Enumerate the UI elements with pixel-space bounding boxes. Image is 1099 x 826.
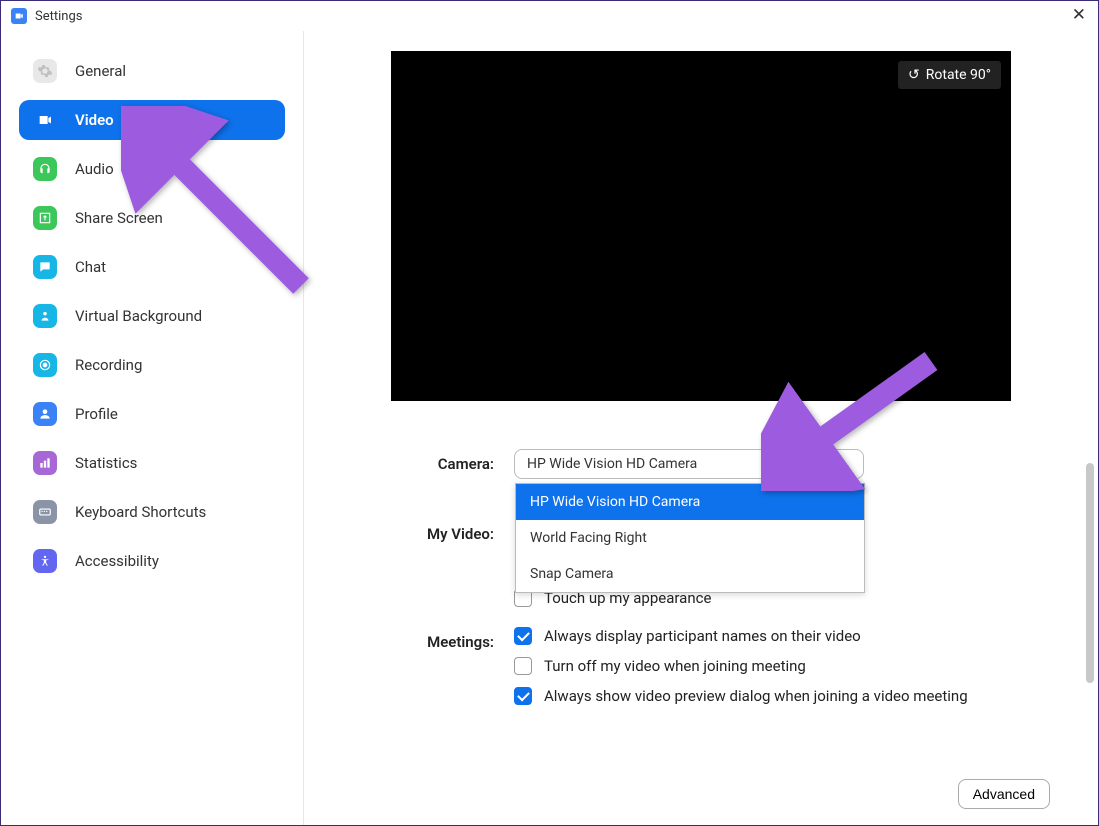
sidebar-item-statistics[interactable]: Statistics [19, 443, 285, 483]
sidebar-item-chat[interactable]: Chat [19, 247, 285, 287]
gear-icon [33, 59, 57, 83]
advanced-button[interactable]: Advanced [958, 779, 1050, 809]
main-panel: ↺ Rotate 90° Camera: HP Wide Vision HD C… [304, 31, 1098, 825]
camera-select[interactable]: HP Wide Vision HD Camera ⌄ HP Wide Visio… [514, 449, 864, 479]
video-icon [33, 108, 57, 132]
rotate-label: Rotate 90° [926, 67, 991, 83]
keyboard-icon [33, 500, 57, 524]
headphones-icon [33, 157, 57, 181]
rotate-icon: ↺ [908, 67, 920, 83]
scrollbar-thumb[interactable] [1086, 463, 1094, 683]
meetings-label: Meetings: [334, 627, 514, 651]
sidebar-item-label: Chat [75, 258, 106, 276]
sidebar-item-label: Accessibility [75, 552, 159, 570]
displaynames-row[interactable]: Always display participant names on thei… [514, 627, 1068, 645]
sidebar-item-label: Virtual Background [75, 307, 202, 325]
turnoff-checkbox[interactable] [514, 657, 532, 675]
turnoff-label: Turn off my video when joining meeting [544, 657, 806, 675]
sidebar-item-audio[interactable]: Audio [19, 149, 285, 189]
previewdialog-checkbox[interactable] [514, 687, 532, 705]
turnoff-row[interactable]: Turn off my video when joining meeting [514, 657, 1068, 675]
camera-dropdown: HP Wide Vision HD CameraWorld Facing Rig… [515, 483, 865, 593]
sidebar-item-label: Keyboard Shortcuts [75, 503, 206, 521]
sidebar-item-video[interactable]: Video [19, 100, 285, 140]
sidebar-item-label: Share Screen [75, 209, 163, 227]
sidebar-item-label: Profile [75, 405, 118, 423]
sidebar-item-recording[interactable]: Recording [19, 345, 285, 385]
sidebar-item-accessibility[interactable]: Accessibility [19, 541, 285, 581]
rotate-button[interactable]: ↺ Rotate 90° [898, 61, 1001, 89]
sidebar-item-general[interactable]: General [19, 51, 285, 91]
accessibility-icon [33, 549, 57, 573]
chevron-down-icon: ⌄ [842, 458, 851, 471]
previewdialog-row[interactable]: Always show video preview dialog when jo… [514, 687, 1068, 705]
record-icon [33, 353, 57, 377]
camera-option[interactable]: World Facing Right [516, 520, 864, 556]
camera-selected-value: HP Wide Vision HD Camera [527, 456, 697, 472]
profile-icon [33, 402, 57, 426]
camera-option[interactable]: HP Wide Vision HD Camera [516, 484, 864, 520]
camera-option[interactable]: Snap Camera [516, 556, 864, 592]
displaynames-checkbox[interactable] [514, 627, 532, 645]
sidebar: General Video Audio Share Screen Chat Virtual… [1, 31, 304, 825]
previewdialog-label: Always show video preview dialog when jo… [544, 687, 968, 705]
close-icon[interactable]: ✕ [1072, 7, 1086, 24]
sidebar-item-profile[interactable]: Profile [19, 394, 285, 434]
sidebar-item-label: Video [75, 111, 114, 129]
titlebar: Settings ✕ [1, 1, 1098, 31]
advanced-label: Advanced [973, 786, 1035, 802]
zoom-app-icon [11, 8, 27, 24]
sidebar-item-keyboard-shortcuts[interactable]: Keyboard Shortcuts [19, 492, 285, 532]
sidebar-item-virtual-background[interactable]: Virtual Background [19, 296, 285, 336]
camera-label: Camera: [334, 449, 514, 473]
chat-icon [33, 255, 57, 279]
virtualbg-icon [33, 304, 57, 328]
myvideo-label: My Video: [334, 519, 514, 543]
stats-icon [33, 451, 57, 475]
share-icon [33, 206, 57, 230]
sidebar-item-label: Statistics [75, 454, 137, 472]
sidebar-item-label: General [75, 62, 126, 80]
displaynames-label: Always display participant names on thei… [544, 627, 861, 645]
window-title: Settings [35, 9, 82, 24]
sidebar-item-label: Recording [75, 356, 142, 374]
sidebar-item-share-screen[interactable]: Share Screen [19, 198, 285, 238]
video-preview: ↺ Rotate 90° [391, 51, 1011, 401]
sidebar-item-label: Audio [75, 160, 114, 178]
